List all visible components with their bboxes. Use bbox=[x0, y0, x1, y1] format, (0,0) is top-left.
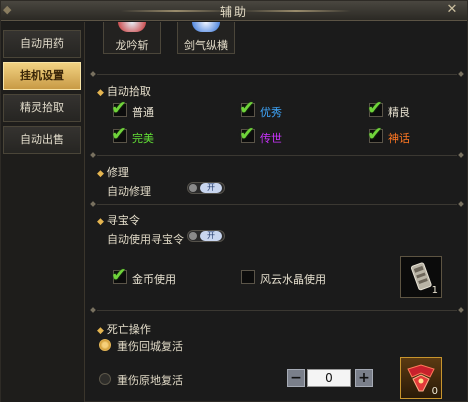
tab-spirit-pickup[interactable]: 精灵拾取 bbox=[3, 94, 81, 122]
tab-auto-sell[interactable]: 自动出售 bbox=[3, 126, 81, 154]
tab-auto-potion[interactable]: 自动用药 bbox=[3, 30, 81, 58]
checkbox[interactable] bbox=[241, 270, 255, 284]
divider-dot bbox=[90, 152, 96, 158]
item-count: 0 bbox=[431, 386, 438, 397]
divider-dot bbox=[90, 201, 96, 207]
stepper-minus-button[interactable]: − bbox=[287, 369, 305, 387]
divider bbox=[90, 307, 464, 313]
checkbox[interactable]: ✔ bbox=[367, 124, 383, 144]
divider bbox=[90, 71, 464, 77]
item-count: 1 bbox=[431, 285, 438, 296]
auto-repair-toggle[interactable]: 开 bbox=[187, 182, 225, 194]
option-label: 完美 bbox=[132, 132, 154, 145]
skill-label: 剑气纵横 bbox=[184, 39, 228, 52]
checkmark-icon: ✔ bbox=[367, 97, 383, 119]
settings-panel: 龙吟斩 剑气纵横 ◆ 自动拾取 ✔ 普通 ✔ 优秀 ✔ 精良 ✔ 完美 ✔ 传世… bbox=[87, 22, 467, 402]
divider-dot bbox=[90, 307, 96, 313]
divider-dot bbox=[458, 201, 464, 207]
divider bbox=[90, 152, 464, 158]
divider-dot bbox=[458, 152, 464, 158]
diamond-icon: ◆ bbox=[97, 217, 104, 227]
revive-quantity-field[interactable]: 0 bbox=[307, 369, 351, 387]
checkbox[interactable]: ✔ bbox=[239, 98, 255, 118]
option-label: 金币使用 bbox=[132, 273, 176, 286]
revive-item-slot[interactable]: 0 bbox=[400, 357, 442, 399]
option-label: 普通 bbox=[132, 106, 154, 119]
checkmark-icon: ✔ bbox=[367, 123, 383, 145]
checkbox[interactable]: ✔ bbox=[111, 265, 127, 285]
assist-window: ◆ 辅助 ✕ 自动用药 挂机设置 精灵拾取 自动出售 龙吟斩 剑气纵横 ◆ 自动拾… bbox=[0, 0, 468, 402]
auto-repair-label: 自动修理 bbox=[107, 185, 151, 198]
divider bbox=[90, 201, 464, 207]
checkmark-icon: ✔ bbox=[239, 123, 255, 145]
auto-use-token-label: 自动使用寻宝令 bbox=[107, 233, 184, 246]
checkbox[interactable]: ✔ bbox=[367, 98, 383, 118]
revive-spot-label: 重伤原地复活 bbox=[117, 374, 183, 387]
revive-city-label: 重伤回城复活 bbox=[117, 340, 183, 353]
checkmark-icon: ✔ bbox=[111, 97, 127, 119]
skill-card-sword-qi[interactable]: 剑气纵横 bbox=[177, 22, 235, 54]
tab-afk-settings[interactable]: 挂机设置 bbox=[3, 62, 81, 90]
section-title-death: ◆ 死亡操作 bbox=[97, 323, 151, 336]
stepper-plus-button[interactable]: + bbox=[355, 369, 373, 387]
skill-card-dragon-roar[interactable]: 龙吟斩 bbox=[103, 22, 161, 54]
treasure-token-item-slot[interactable]: 1 bbox=[400, 256, 442, 298]
checkbox[interactable]: ✔ bbox=[111, 98, 127, 118]
toggle-on-text: 开 bbox=[200, 183, 222, 193]
radio-revive-spot[interactable] bbox=[99, 373, 111, 385]
divider-dot bbox=[458, 71, 464, 77]
title-ornament-right bbox=[241, 10, 351, 12]
option-label: 精良 bbox=[388, 106, 410, 119]
skill-label: 龙吟斩 bbox=[115, 39, 149, 52]
option-label: 传世 bbox=[260, 132, 282, 145]
window-title: 辅助 bbox=[219, 5, 248, 19]
sidebar: 自动用药 挂机设置 精灵拾取 自动出售 bbox=[1, 22, 85, 402]
checkbox[interactable]: ✔ bbox=[111, 124, 127, 144]
section-title-treasure: ◆ 寻宝令 bbox=[97, 214, 140, 227]
section-title-repair: ◆ 修理 bbox=[97, 166, 129, 179]
skill-icon bbox=[118, 22, 146, 32]
checkbox[interactable]: ✔ bbox=[239, 124, 255, 144]
close-icon[interactable]: ✕ bbox=[445, 3, 459, 17]
option-label: 优秀 bbox=[260, 106, 282, 119]
divider-dot bbox=[458, 307, 464, 313]
title-bar: ◆ 辅助 ✕ bbox=[1, 1, 467, 21]
diamond-icon: ◆ bbox=[97, 326, 104, 336]
checkmark-icon: ✔ bbox=[111, 123, 127, 145]
diamond-icon: ◆ bbox=[97, 169, 104, 179]
toggle-knob bbox=[189, 232, 197, 240]
toggle-knob bbox=[189, 184, 197, 192]
skill-icon bbox=[192, 22, 220, 32]
auto-use-token-toggle[interactable]: 开 bbox=[187, 230, 225, 242]
option-label: 风云水晶使用 bbox=[260, 273, 326, 286]
option-label: 神话 bbox=[388, 132, 410, 145]
divider-dot bbox=[90, 71, 96, 77]
toggle-on-text: 开 bbox=[200, 231, 222, 241]
checkmark-icon: ✔ bbox=[111, 264, 127, 286]
checkmark-icon: ✔ bbox=[239, 97, 255, 119]
diamond-icon: ◆ bbox=[97, 88, 104, 98]
radio-revive-city[interactable] bbox=[99, 339, 111, 351]
